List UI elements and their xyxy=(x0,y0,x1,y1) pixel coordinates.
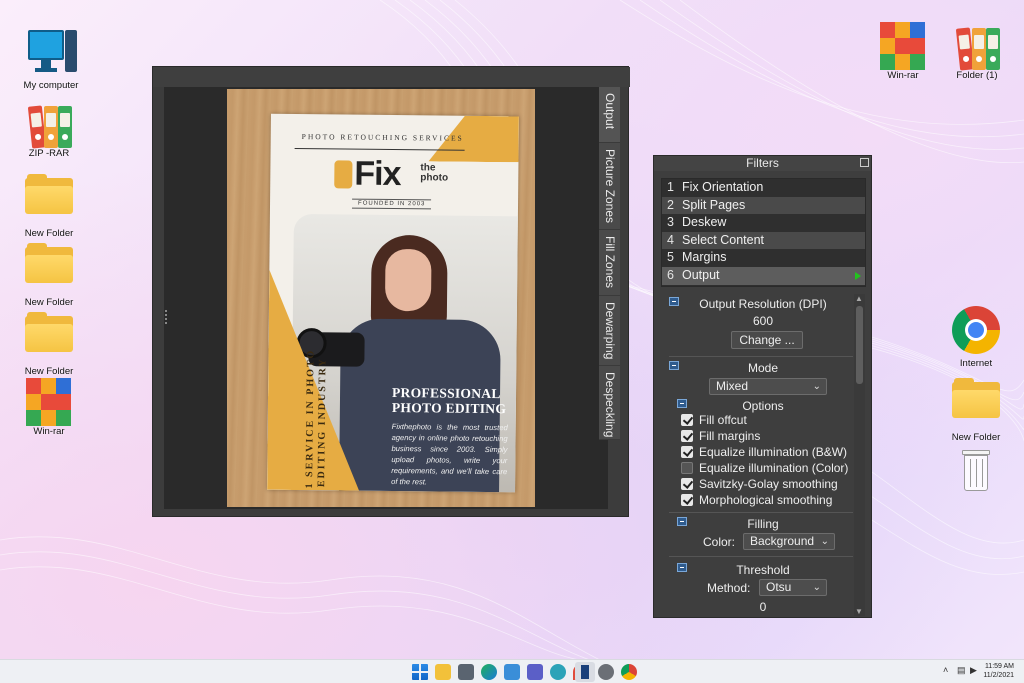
scantailor-window: PHOTO RETOUCHING SERVICES Fix the photo F… xyxy=(152,66,630,517)
output-options: Output Resolution (DPI) 600 Change ... M… xyxy=(661,294,866,616)
play-indicator-icon xyxy=(855,271,861,280)
photos-icon[interactable] xyxy=(550,664,566,680)
folder-icon xyxy=(23,243,75,295)
tab-dewarping[interactable]: Dewarping xyxy=(599,296,620,366)
filter-item-select-content[interactable]: 4 Select Content xyxy=(662,231,865,250)
monitor-icon xyxy=(25,26,77,78)
scroll-up-icon[interactable]: ▲ xyxy=(855,294,863,303)
flyer-vertical-text: #1 SERVICE IN PHOTO EDITING INDUSTRY xyxy=(303,348,329,493)
desktop-icon-label: Internet xyxy=(959,358,993,369)
options-scrollbar[interactable]: ▲ ▼ xyxy=(854,294,865,616)
teams-icon[interactable] xyxy=(527,664,543,680)
store-icon[interactable] xyxy=(504,664,520,680)
filter-list: 1 Fix Orientation 2 Split Pages 3 Deskew 4S… xyxy=(661,178,866,287)
chevron-down-icon: ⌄ xyxy=(812,381,821,392)
scroll-down-icon[interactable]: ▼ xyxy=(855,607,863,616)
splitter-grip[interactable] xyxy=(165,310,169,324)
desktop-icon-label: My computer xyxy=(23,80,79,91)
threshold-title: Threshold xyxy=(736,563,790,577)
method-select[interactable]: Otsu ⌄ xyxy=(759,579,827,596)
winrar-icon xyxy=(880,22,926,70)
desktop-icon-label: ZIP -RAR xyxy=(28,148,70,159)
desktop-icon-label: Folder (1) xyxy=(956,70,998,81)
output-resolution-value: 600 xyxy=(752,314,774,328)
desktop-icon-my-computer[interactable]: My computer xyxy=(16,26,86,91)
settings-icon[interactable] xyxy=(598,664,614,680)
folder-icon xyxy=(23,312,75,364)
flyer-logo-sub: the photo xyxy=(420,162,449,184)
filters-title: Filters xyxy=(654,156,871,171)
change-dpi-button[interactable]: Change ... xyxy=(731,331,803,349)
file-explorer-icon[interactable] xyxy=(435,664,451,680)
desktop-icon-label: Win-rar xyxy=(33,426,65,437)
threshold-value: 0 xyxy=(759,600,767,614)
flyer-body-text: Fixthephoto is the most trusted agency i… xyxy=(391,421,508,487)
color-label: Color: xyxy=(703,535,736,549)
chrome-icon[interactable] xyxy=(621,664,637,680)
flyer-topline: PHOTO RETOUCHING SERVICES xyxy=(301,132,464,143)
desktop-icon-zip-rar[interactable]: ZIP -RAR xyxy=(14,100,84,159)
flyer-founded: FOUNDED IN 2003 xyxy=(351,198,432,210)
stage-tabs: Output Picture Zones Fill Zones Dewarpin… xyxy=(599,87,621,440)
undock-icon[interactable] xyxy=(860,158,869,167)
desktop-icon-label: New Folder xyxy=(951,432,1001,443)
window-titlebar[interactable] xyxy=(153,67,630,87)
filter-item-margins[interactable]: 5 Margins xyxy=(662,249,865,267)
chrome-icon xyxy=(950,304,1002,356)
desktop-icon-new-folder-right[interactable]: New Folder xyxy=(941,372,1011,443)
tab-output[interactable]: Output xyxy=(599,87,620,143)
desktop-icon-win-rar[interactable]: Win-rar xyxy=(14,376,84,437)
network-icon[interactable]: ▤ xyxy=(957,665,966,676)
image-view[interactable]: PHOTO RETOUCHING SERVICES Fix the photo F… xyxy=(164,87,608,509)
flyer-page: PHOTO RETOUCHING SERVICES Fix the photo F… xyxy=(267,113,519,493)
winrar-icon xyxy=(26,378,72,426)
desktop-icon-new-folder-3[interactable]: New Folder xyxy=(14,306,84,377)
chevron-down-icon: ⌄ xyxy=(812,582,821,593)
windows-start-icon[interactable] xyxy=(412,664,428,680)
desktop-icon-folder-1[interactable]: Folder (1) xyxy=(942,22,1012,81)
desktop-icon-label: Win-rar xyxy=(887,70,919,81)
volume-icon[interactable]: ▶ xyxy=(970,665,977,676)
method-label: Method: xyxy=(707,581,751,595)
desktop-icon-internet[interactable]: Internet xyxy=(941,304,1011,369)
flyer-headline: PROFESSIONAL PHOTO EDITING xyxy=(391,384,507,417)
folder-icon xyxy=(23,174,75,226)
recycle-bin-icon xyxy=(950,444,1002,496)
mode-select[interactable]: Mixed ⌄ xyxy=(709,378,827,395)
filter-item-deskew[interactable]: 3 Deskew xyxy=(662,214,865,232)
output-resolution-title: Output Resolution (DPI) xyxy=(699,297,827,311)
desktop-icon-win-rar-right[interactable]: Win-rar xyxy=(868,20,938,81)
scanned-photo: PHOTO RETOUCHING SERVICES Fix the photo F… xyxy=(227,89,535,507)
tab-picture-zones[interactable]: Picture Zones xyxy=(599,143,620,230)
filling-title: Filling xyxy=(747,517,779,531)
desktop-icon-new-folder-1[interactable]: New Folder xyxy=(14,168,84,239)
scantailor-icon[interactable] xyxy=(575,662,595,682)
flyer-logo: Fix xyxy=(334,154,401,194)
desktop-icon-recycle-bin[interactable] xyxy=(941,444,1011,498)
edge-icon[interactable] xyxy=(481,664,497,680)
tab-fill-zones[interactable]: Fill Zones xyxy=(599,230,620,296)
binders-icon xyxy=(26,102,72,149)
scrollbar-thumb[interactable] xyxy=(856,306,863,384)
taskbar: ˄ ▤ ▶ 11:59 AM 11/2/2021 xyxy=(0,659,1024,683)
binders-icon xyxy=(954,24,1000,71)
chevron-down-icon: ⌄ xyxy=(820,536,829,547)
filter-item-output[interactable]: 6 Output xyxy=(662,266,865,285)
filters-panel: Filters 1 Fix Orientation 2 Split Pages 3D… xyxy=(653,155,872,618)
camera-icon[interactable] xyxy=(458,664,474,680)
mode-title: Mode xyxy=(747,361,779,375)
options-title: Options xyxy=(742,399,784,413)
folder-icon xyxy=(950,378,1002,430)
color-select[interactable]: Background ⌄ xyxy=(743,533,835,550)
desktop-icon-new-folder-2[interactable]: New Folder xyxy=(14,237,84,308)
filter-item-fix-orientation[interactable]: 1 Fix Orientation xyxy=(662,179,865,197)
system-clock[interactable]: 11:59 AM 11/2/2021 xyxy=(983,662,1014,680)
tray-chevron-icon[interactable]: ˄ xyxy=(943,665,948,675)
tab-despeckling[interactable]: Despeckling xyxy=(599,366,620,440)
filter-item-split-pages[interactable]: 2 Split Pages xyxy=(662,196,865,215)
